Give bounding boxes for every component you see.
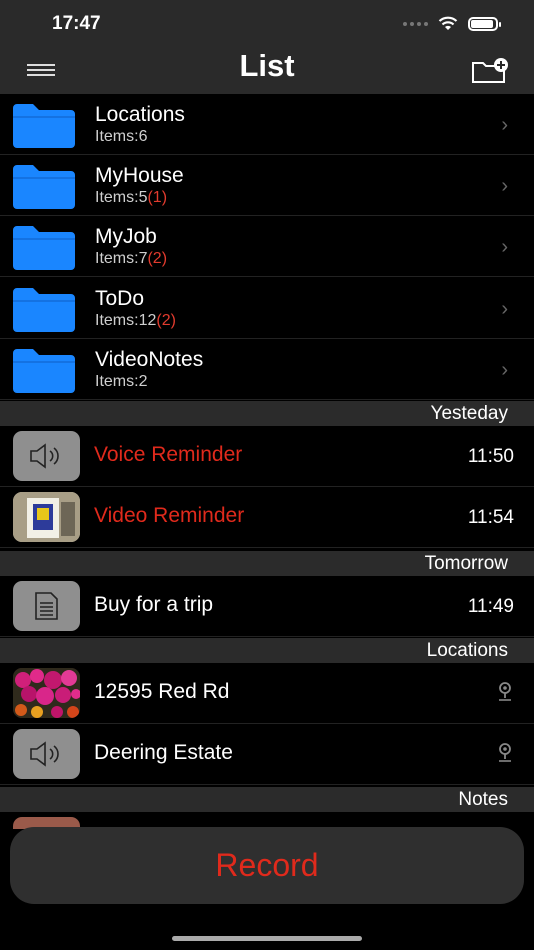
wifi-icon bbox=[438, 16, 458, 30]
chevron-right-icon: › bbox=[501, 236, 508, 258]
reminder-title: Video Reminder bbox=[94, 504, 245, 527]
nav-bar: List bbox=[0, 46, 534, 94]
reminder-time: 11:54 bbox=[467, 507, 514, 528]
flower-photo-thumbnail bbox=[13, 668, 80, 718]
location-pin-icon bbox=[499, 743, 511, 762]
home-indicator bbox=[172, 936, 362, 941]
cellular-icon bbox=[403, 21, 428, 26]
folder-row-myjob[interactable]: MyJob Items:7(2) › bbox=[0, 216, 534, 277]
record-button[interactable]: Record bbox=[10, 827, 524, 904]
section-header-tomorrow: Tomorrow bbox=[0, 551, 534, 576]
folder-name: MyJob bbox=[95, 225, 157, 248]
speaker-icon bbox=[13, 729, 80, 779]
section-label: Notes bbox=[458, 789, 508, 810]
section-label: Tomorrow bbox=[424, 553, 508, 574]
folder-icon bbox=[13, 288, 75, 332]
folder-name: Locations bbox=[95, 103, 185, 126]
list-item-deering-estate[interactable]: Deering Estate bbox=[0, 724, 534, 785]
location-title: 12595 Red Rd bbox=[94, 680, 230, 703]
folder-item-count: Items:12(2) bbox=[95, 312, 176, 329]
folder-name: VideoNotes bbox=[95, 348, 204, 371]
folder-row-myhouse[interactable]: MyHouse Items:5(1) › bbox=[0, 155, 534, 216]
section-header-locations: Locations bbox=[0, 638, 534, 663]
folder-item-count: Items:6 bbox=[95, 128, 148, 145]
reminder-title: Buy for a trip bbox=[94, 593, 214, 616]
folder-item-count: Items:7(2) bbox=[95, 250, 168, 267]
folder-icon bbox=[13, 104, 75, 148]
folder-row-videonotes[interactable]: VideoNotes Items:2 › bbox=[0, 339, 534, 400]
folder-icon bbox=[13, 349, 75, 393]
status-time: 17:47 bbox=[52, 13, 101, 34]
chevron-right-icon: › bbox=[501, 298, 508, 320]
folder-row-todo[interactable]: ToDo Items:12(2) › bbox=[0, 278, 534, 339]
folder-item-count: Items:5(1) bbox=[95, 189, 168, 206]
section-header-notes: Notes bbox=[0, 787, 534, 812]
folder-icon bbox=[13, 165, 75, 209]
unread-badge: (2) bbox=[147, 250, 168, 267]
folder-row-locations[interactable]: Locations Items:6 › bbox=[0, 94, 534, 155]
list-item-buy-for-a-trip[interactable]: Buy for a trip 11:49 bbox=[0, 576, 534, 637]
record-label: Record bbox=[215, 847, 319, 883]
folder-icon bbox=[13, 226, 75, 270]
list-item-12595-red-rd[interactable]: 12595 Red Rd bbox=[0, 663, 534, 724]
section-header-yesterday: Yesteday bbox=[0, 401, 534, 426]
list-item-video-reminder[interactable]: Video Reminder 11:54 bbox=[0, 487, 534, 548]
unread-badge: (1) bbox=[147, 189, 168, 206]
add-folder-icon[interactable] bbox=[470, 56, 510, 86]
unread-badge: (2) bbox=[156, 312, 176, 329]
reminder-title: Voice Reminder bbox=[94, 443, 243, 466]
video-thumbnail bbox=[13, 492, 80, 542]
battery-icon bbox=[468, 16, 501, 31]
reminder-time: 11:50 bbox=[467, 446, 514, 467]
reminder-time: 11:49 bbox=[467, 596, 514, 617]
list-item-voice-reminder[interactable]: Voice Reminder 11:50 bbox=[0, 426, 534, 487]
chevron-right-icon: › bbox=[501, 175, 508, 197]
status-indicators bbox=[403, 16, 501, 31]
section-label: Locations bbox=[426, 640, 508, 661]
document-icon bbox=[13, 581, 80, 631]
chevron-right-icon: › bbox=[501, 359, 508, 381]
folder-name: MyHouse bbox=[95, 164, 184, 187]
folder-item-count: Items:2 bbox=[95, 373, 148, 390]
chevron-right-icon: › bbox=[501, 114, 508, 136]
page-title: List bbox=[239, 48, 295, 83]
location-title: Deering Estate bbox=[94, 741, 233, 764]
folder-name: ToDo bbox=[95, 287, 145, 310]
location-pin-icon bbox=[499, 682, 511, 701]
speaker-icon bbox=[13, 431, 80, 481]
section-label: Yesteday bbox=[430, 403, 508, 424]
status-bar: 17:47 bbox=[0, 0, 534, 46]
